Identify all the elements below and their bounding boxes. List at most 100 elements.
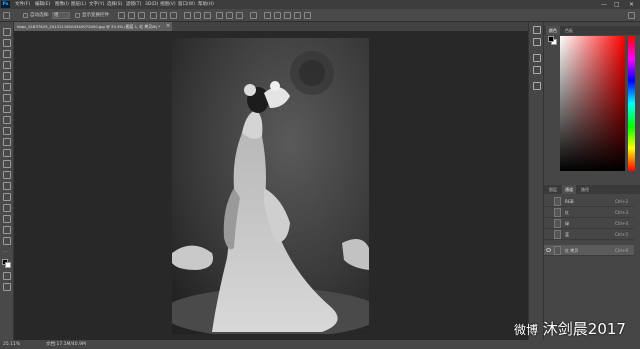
color-panel-swatches[interactable] <box>548 36 557 45</box>
auto-align-icon[interactable] <box>250 12 257 19</box>
channel-row-rgb[interactable]: RGB Ctrl+2 <box>544 196 634 207</box>
zoom-level[interactable]: 25.11% <box>3 340 20 349</box>
menu-filter[interactable]: 滤镜(T) <box>126 0 141 9</box>
clone-source-panel-icon[interactable] <box>533 66 541 74</box>
eyedropper-tool-icon[interactable] <box>3 83 11 91</box>
align-vcenter-icon[interactable] <box>128 12 135 19</box>
tab-color[interactable]: 颜色 <box>546 26 560 35</box>
menu-layer[interactable]: 图层(L) <box>71 0 86 9</box>
menu-3d[interactable]: 3D(D) <box>145 0 158 9</box>
marquee-tool-icon[interactable] <box>3 39 11 47</box>
menu-image[interactable]: 图像(I) <box>55 0 69 9</box>
history-brush-tool-icon[interactable] <box>3 127 11 135</box>
menu-help[interactable]: 帮助(H) <box>198 0 214 9</box>
more-tools-icon[interactable]: ··· <box>3 248 11 256</box>
photoshop-logo: Ps <box>1 1 10 8</box>
show-transform-checkbox[interactable] <box>75 13 80 18</box>
visibility-eye-icon[interactable] <box>546 232 551 236</box>
distribute-top-icon[interactable] <box>184 12 191 19</box>
foreground-color-swatch-panel[interactable] <box>548 36 554 42</box>
visibility-eye-icon[interactable] <box>546 248 551 252</box>
close-window-button[interactable]: ✕ <box>629 0 634 9</box>
brush-tool-icon[interactable] <box>3 105 11 113</box>
history-panel-icon[interactable] <box>533 26 541 34</box>
menu-select[interactable]: 选择(S) <box>107 0 122 9</box>
channel-row-red[interactable]: 红 Ctrl+3 <box>544 207 634 218</box>
tab-channels[interactable]: 通道 <box>562 185 576 194</box>
visibility-eye-icon[interactable] <box>546 221 551 225</box>
clone-stamp-tool-icon[interactable] <box>3 116 11 124</box>
document-tab-bar: hbpc_51837625_20131118104345072000.jpg @… <box>14 22 528 31</box>
move-tool-preset-icon[interactable] <box>3 12 10 19</box>
type-tool-icon[interactable] <box>3 193 11 201</box>
document-tab-title: hbpc_51837625_20131118104345072000.jpg @… <box>17 24 161 29</box>
3d-drag-icon[interactable] <box>284 12 291 19</box>
menu-edit[interactable]: 编辑(E) <box>35 0 50 9</box>
tab-layers[interactable]: 图层 <box>546 185 560 194</box>
document-size-info: 文档:17.1M/40.9M <box>46 342 86 347</box>
auto-select-checkbox[interactable] <box>23 13 28 18</box>
channel-thumbnail <box>554 197 561 206</box>
3d-slide-icon[interactable] <box>294 12 301 19</box>
distribute-vcenter-icon[interactable] <box>194 12 201 19</box>
quick-mask-icon[interactable] <box>3 272 11 280</box>
crop-tool-icon[interactable] <box>3 72 11 80</box>
align-top-icon[interactable] <box>118 12 125 19</box>
eraser-tool-icon[interactable] <box>3 138 11 146</box>
maximize-button[interactable]: □ <box>614 0 620 9</box>
distribute-right-icon[interactable] <box>236 12 243 19</box>
screen-mode-icon[interactable] <box>3 283 11 291</box>
quick-select-tool-icon[interactable] <box>3 61 11 69</box>
channel-shortcut: Ctrl+4 <box>614 221 628 226</box>
lasso-tool-icon[interactable] <box>3 50 11 58</box>
distribute-left-icon[interactable] <box>216 12 223 19</box>
3d-scale-icon[interactable] <box>304 12 311 19</box>
channel-row-red-copy[interactable]: 红 拷贝 Ctrl+6 <box>544 245 634 256</box>
menu-view[interactable]: 视图(V) <box>160 0 176 9</box>
channel-row-blue[interactable]: 蓝 Ctrl+5 <box>544 229 634 240</box>
channel-row-green[interactable]: 绿 Ctrl+4 <box>544 218 634 229</box>
color-picker-field[interactable] <box>560 36 625 171</box>
tab-paths[interactable]: 路径 <box>578 185 592 194</box>
channel-thumbnail <box>554 208 561 217</box>
color-panel-tabs: 颜色 色板 <box>544 26 640 35</box>
minimize-button[interactable]: — <box>601 0 607 9</box>
hue-slider[interactable] <box>628 36 635 171</box>
gradient-tool-icon[interactable] <box>3 149 11 157</box>
brush-panel-icon[interactable] <box>533 54 541 62</box>
visibility-eye-icon[interactable] <box>546 210 551 214</box>
3d-rotate-icon[interactable] <box>264 12 271 19</box>
document-tab[interactable]: hbpc_51837625_20131118104345072000.jpg @… <box>14 22 172 31</box>
align-hcenter-icon[interactable] <box>160 12 167 19</box>
align-bottom-icon[interactable] <box>138 12 145 19</box>
properties-panel-icon[interactable] <box>533 38 541 46</box>
pen-tool-icon[interactable] <box>3 182 11 190</box>
align-left-icon[interactable] <box>150 12 157 19</box>
tab-swatches[interactable]: 色板 <box>562 26 576 35</box>
align-right-icon[interactable] <box>170 12 177 19</box>
visibility-eye-icon[interactable] <box>546 199 551 203</box>
shape-tool-icon[interactable] <box>3 215 11 223</box>
path-select-tool-icon[interactable] <box>3 204 11 212</box>
watermark-text: 沐剑晨2017 <box>542 320 626 338</box>
healing-brush-tool-icon[interactable] <box>3 94 11 102</box>
document-image[interactable] <box>172 38 369 334</box>
distribute-hcenter-icon[interactable] <box>226 12 233 19</box>
menu-file[interactable]: 文件(F) <box>15 0 30 9</box>
channel-name: 蓝 <box>565 232 569 237</box>
3d-roll-icon[interactable] <box>274 12 281 19</box>
workspace-icon[interactable] <box>628 12 635 19</box>
hand-tool-icon[interactable] <box>3 226 11 234</box>
close-tab-icon[interactable]: × <box>166 22 170 31</box>
background-color-swatch[interactable] <box>5 262 11 268</box>
zoom-tool-icon[interactable] <box>3 237 11 245</box>
blur-tool-icon[interactable] <box>3 160 11 168</box>
weibo-logo-icon: 微博 <box>514 323 539 337</box>
dodge-tool-icon[interactable] <box>3 171 11 179</box>
auto-select-dropdown[interactable]: 组 <box>52 12 70 19</box>
distribute-bottom-icon[interactable] <box>204 12 211 19</box>
move-tool-icon[interactable] <box>3 28 11 36</box>
character-panel-icon[interactable] <box>533 82 541 90</box>
menu-type[interactable]: 文字(Y) <box>89 0 104 9</box>
menu-window[interactable]: 窗口(W) <box>178 0 195 9</box>
